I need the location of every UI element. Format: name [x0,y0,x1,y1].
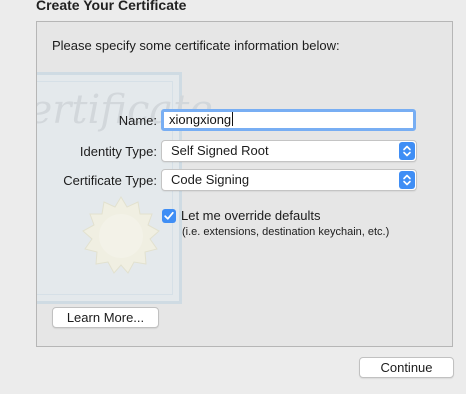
certificate-background-image: Certificate [37,72,213,304]
override-defaults-checkbox[interactable] [162,209,176,223]
name-label: Name: [118,113,157,128]
identity-type-label: Identity Type: [79,144,157,159]
certificate-type-label: Certificate Type: [63,173,157,188]
certificate-type-value: Code Signing [171,172,250,187]
name-field-value: xiongxiong [169,112,232,127]
identity-type-value: Self Signed Root [171,143,269,158]
certificate-type-select[interactable]: Code Signing [161,169,417,191]
certificate-seal-icon [82,196,160,274]
continue-button[interactable]: Continue [359,357,454,378]
learn-more-button[interactable]: Learn More... [52,307,159,328]
identity-type-select[interactable]: Self Signed Root [161,140,417,162]
window-title: Create Your Certificate [36,0,187,13]
name-field[interactable]: xiongxiong [161,109,416,131]
intro-text: Please specify some certificate informat… [52,38,340,53]
chevron-up-down-icon [399,171,415,189]
checkmark-icon [164,211,174,220]
certificate-form-panel: Certificate Please specify some certific… [36,21,453,347]
text-caret [232,112,234,126]
override-defaults-label[interactable]: Let me override defaults [181,208,320,223]
chevron-up-down-icon [399,142,415,160]
override-defaults-help: (i.e. extensions, destination keychain, … [182,226,390,238]
